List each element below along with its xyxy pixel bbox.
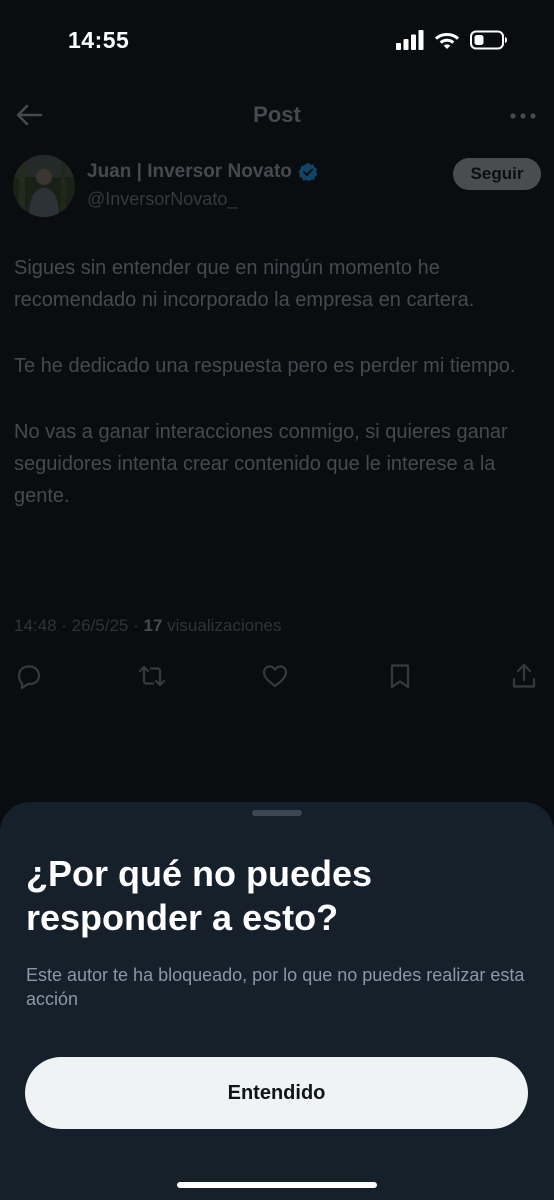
post-actions	[14, 660, 538, 694]
views-label[interactable]: visualizaciones	[167, 616, 281, 635]
repost-icon[interactable]	[138, 662, 166, 690]
meta-separator: ·	[56, 616, 72, 635]
share-icon[interactable]	[510, 662, 538, 690]
post-paragraph: Sigues sin entender que en ningún moment…	[14, 257, 475, 311]
wifi-icon	[435, 33, 459, 49]
author-name-row: Juan | Inversor Novato	[87, 161, 318, 183]
author-handle: @InversorNovato_	[87, 189, 238, 209]
sheet-drag-handle[interactable]	[252, 810, 302, 816]
post-header: Post	[0, 92, 554, 138]
verified-badge-icon	[298, 162, 318, 182]
meta-separator: ·	[128, 616, 144, 635]
post-author: Juan | Inversor Novato @InversorNovato_ …	[13, 155, 541, 219]
status-time: 14:55	[68, 27, 130, 53]
battery-icon	[470, 30, 507, 50]
reply-icon[interactable]	[14, 662, 42, 690]
views-count: 17	[143, 616, 163, 635]
like-icon[interactable]	[261, 662, 289, 690]
status-icons	[396, 30, 508, 50]
avatar[interactable]	[13, 155, 75, 217]
screen: 14:55 Post Juan | Inversor Novato @Inver…	[0, 0, 554, 1200]
cellular-signal-icon	[396, 30, 424, 50]
post-date: 26/5/25	[71, 616, 129, 635]
sheet-title: ¿Por qué no puedes responder a esto?	[26, 853, 373, 938]
home-indicator	[177, 1182, 377, 1188]
author-name[interactable]: Juan | Inversor Novato	[87, 161, 292, 183]
reply-restriction-sheet: ¿Por qué no puedes responder a esto? Est…	[0, 802, 554, 1200]
post-time: 14:48	[14, 616, 57, 635]
post-text: Sigues sin entender que en ningún moment…	[14, 252, 540, 546]
understood-button[interactable]: Entendido	[25, 1057, 528, 1129]
follow-button[interactable]: Seguir	[453, 158, 541, 190]
post-paragraph: No vas a ganar interacciones conmigo, si…	[14, 421, 508, 507]
sheet-description: Este autor te ha bloqueado, por lo que n…	[26, 965, 525, 1009]
post-paragraph: Te he dedicado una respuesta pero es per…	[14, 355, 516, 377]
bookmark-icon[interactable]	[386, 662, 414, 690]
page-title: Post	[253, 102, 301, 127]
post-meta: 14:48 · 26/5/25 · 17 visualizaciones	[14, 616, 282, 636]
status-bar: 14:55	[0, 0, 554, 80]
more-horizontal-icon[interactable]	[508, 101, 538, 131]
